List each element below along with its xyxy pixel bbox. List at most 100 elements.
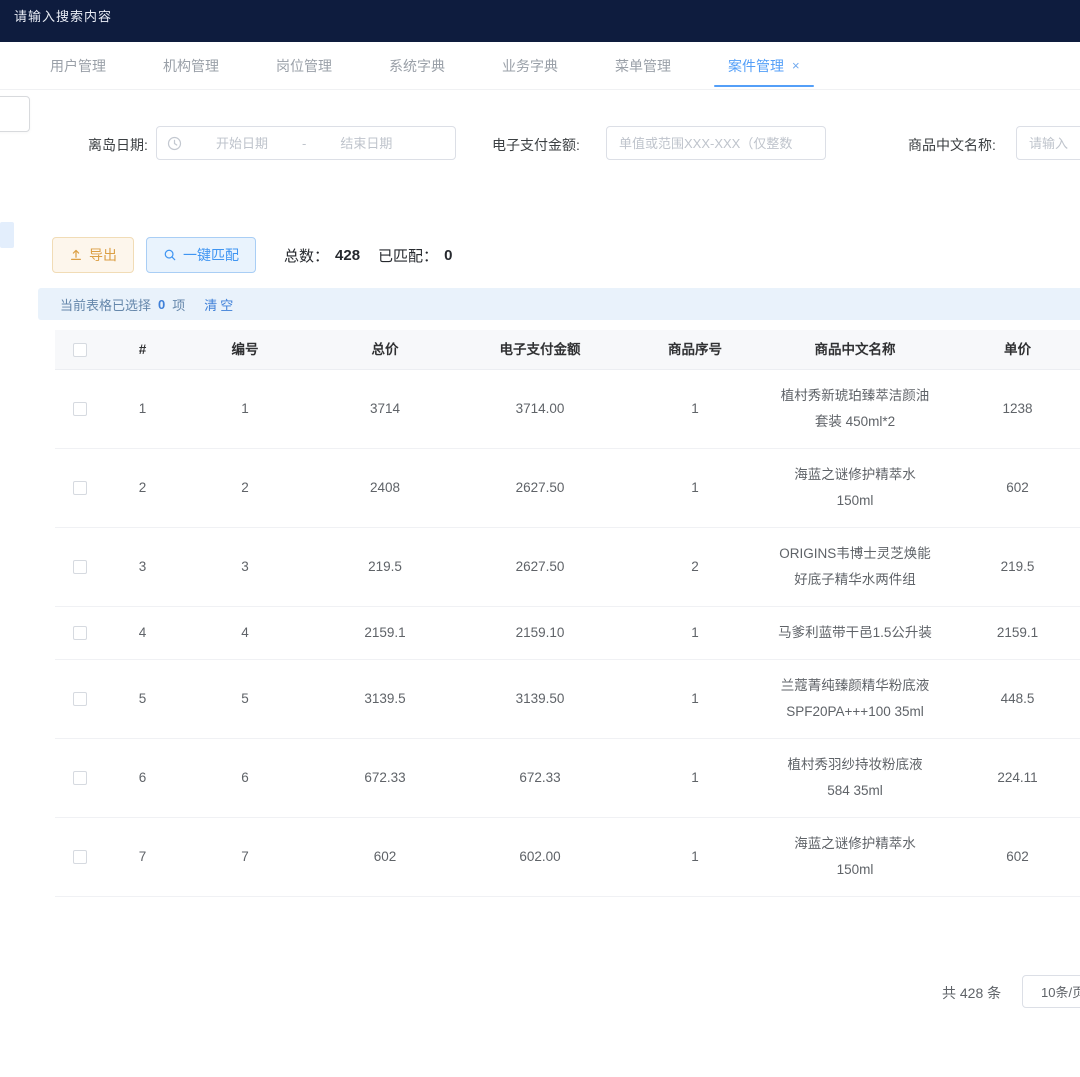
tab-org-management[interactable]: 机构管理 [163, 42, 219, 89]
tab-system-dict[interactable]: 系统字典 [389, 42, 445, 89]
tab-bar: 用户管理 机构管理 岗位管理 系统字典 业务字典 菜单管理 案件管理 × [0, 42, 1080, 90]
table-body: 1 1 3714 3714.00 1 植村秀新琥珀臻萃洁颜油套装 450ml*2… [55, 370, 1080, 907]
cell-code: 5 [180, 673, 310, 725]
cell-total: 3139.5 [310, 673, 460, 725]
cell-unit: 224.11 [940, 752, 1080, 804]
cell-idx: 1 [620, 673, 770, 725]
row-checkbox[interactable] [73, 771, 87, 785]
cell-total: 219.5 [310, 541, 460, 593]
cell-epay: 602.00 [460, 831, 620, 883]
cell-seq: 7 [105, 831, 180, 883]
table-row[interactable]: 2 2 2408 2627.50 1 海蓝之谜修护精萃水 150ml 602 [55, 449, 1080, 528]
cell-code: 3 [180, 541, 310, 593]
table-row[interactable]: 1 1 3714 3714.00 1 植村秀新琥珀臻萃洁颜油套装 450ml*2… [55, 370, 1080, 449]
filter-row: 离岛日期: - 电子支付金额: 商品中文名称: [0, 126, 1080, 162]
col-header-name: 商品中文名称 [770, 330, 940, 376]
tab-case-management[interactable]: 案件管理 × [728, 42, 800, 89]
table-row[interactable]: 4 4 2159.1 2159.10 1 马爹利蓝带干邑1.5公升装 2159.… [55, 607, 1080, 660]
select-all-checkbox[interactable] [73, 343, 87, 357]
cell-unit: 448.5 [940, 673, 1080, 725]
case-table: # 编号 总价 电子支付金额 商品序号 商品中文名称 单价 1 1 3714 3… [55, 330, 1080, 907]
cell-idx: 1 [620, 462, 770, 514]
date-range-picker[interactable]: - [156, 126, 456, 160]
tab-label: 岗位管理 [276, 56, 332, 76]
cell-seq: 6 [105, 752, 180, 804]
total-label: 总数： [284, 245, 329, 266]
clipped-button-sliver [0, 222, 14, 248]
tab-label: 系统字典 [389, 56, 445, 76]
epay-amount-input[interactable] [606, 126, 826, 160]
cell-idx: 1 [620, 607, 770, 659]
cell-code: 8 [180, 897, 310, 907]
end-date-input[interactable] [312, 136, 420, 151]
close-icon[interactable]: × [792, 58, 800, 73]
date-range-separator: - [302, 136, 306, 151]
page-size-value: 10条/页 [1041, 982, 1080, 1001]
cell-total: 672.33 [310, 752, 460, 804]
selection-info-bar: 当前表格已选择 0 项 清空 [38, 288, 1080, 320]
cell-code: 2 [180, 462, 310, 514]
export-button[interactable]: 导出 [52, 237, 134, 273]
table-header-row: # 编号 总价 电子支付金额 商品序号 商品中文名称 单价 [55, 330, 1080, 370]
depart-date-label: 离岛日期: [88, 135, 148, 155]
tab-menu-management[interactable]: 菜单管理 [615, 42, 671, 89]
cell-seq: 1 [105, 383, 180, 435]
toolbar: 导出 一键匹配 总数： 428 已匹配： 0 [52, 237, 452, 273]
cell-total: 2408 [310, 462, 460, 514]
table-row[interactable]: 3 3 219.5 2627.50 2 ORIGINS韦博士灵芝焕能好底子精华水… [55, 528, 1080, 607]
export-icon [69, 248, 83, 262]
product-name-input[interactable] [1016, 126, 1080, 160]
global-search-input[interactable]: 请输入搜索内容 [14, 6, 112, 25]
table-row[interactable]: 8 8 1292.47 1292.47 1 卡诗菁纯亮泽经典香氛 170.46 [55, 897, 1080, 907]
table-row[interactable]: 7 7 602 602.00 1 海蓝之谜修护精萃水 150ml 602 [55, 818, 1080, 897]
one-click-match-button[interactable]: 一键匹配 [146, 237, 256, 273]
col-header-total: 总价 [310, 330, 460, 376]
cell-epay: 2627.50 [460, 462, 620, 514]
cell-unit: 1238 [940, 383, 1080, 435]
tab-label: 业务字典 [502, 56, 558, 76]
row-checkbox[interactable] [73, 560, 87, 574]
row-checkbox[interactable] [73, 692, 87, 706]
page-size-select[interactable]: 10条/页 [1022, 975, 1080, 1008]
cell-seq: 4 [105, 607, 180, 659]
selection-suffix: 项 [172, 295, 185, 314]
tab-label: 机构管理 [163, 56, 219, 76]
cell-seq: 3 [105, 541, 180, 593]
cell-idx: 1 [620, 831, 770, 883]
cell-epay: 672.33 [460, 752, 620, 804]
total-value: 428 [335, 247, 360, 264]
cell-name: 兰蔻菁纯臻颜精华粉底液SPF20PA+++100 35ml [770, 660, 940, 738]
cell-unit: 602 [940, 831, 1080, 883]
clear-selection-link[interactable]: 清空 [204, 295, 236, 314]
col-header-idx: 商品序号 [620, 330, 770, 376]
selection-count: 0 [156, 297, 167, 312]
start-date-input[interactable] [188, 136, 296, 151]
export-button-label: 导出 [89, 245, 117, 265]
table-row[interactable]: 5 5 3139.5 3139.50 1 兰蔻菁纯臻颜精华粉底液SPF20PA+… [55, 660, 1080, 739]
cell-epay: 3139.50 [460, 673, 620, 725]
table-row[interactable]: 6 6 672.33 672.33 1 植村秀羽纱持妆粉底液 584 35ml … [55, 739, 1080, 818]
tab-label: 案件管理 [728, 56, 784, 76]
row-checkbox[interactable] [73, 626, 87, 640]
count-summary: 总数： 428 已匹配： 0 [284, 245, 452, 266]
row-checkbox[interactable] [73, 481, 87, 495]
cell-name: ORIGINS韦博士灵芝焕能好底子精华水两件组 [770, 528, 940, 606]
tab-user-management[interactable]: 用户管理 [50, 42, 106, 89]
cell-code: 6 [180, 752, 310, 804]
cell-total: 3714 [310, 383, 460, 435]
col-header-code: 编号 [180, 330, 310, 376]
cell-epay: 3714.00 [460, 383, 620, 435]
cell-name: 马爹利蓝带干邑1.5公升装 [770, 607, 940, 659]
cell-total: 1292.47 [310, 897, 460, 907]
cell-name: 植村秀新琥珀臻萃洁颜油套装 450ml*2 [770, 370, 940, 448]
cell-epay: 2159.10 [460, 607, 620, 659]
tab-business-dict[interactable]: 业务字典 [502, 42, 558, 89]
cell-name: 植村秀羽纱持妆粉底液 584 35ml [770, 739, 940, 817]
match-button-label: 一键匹配 [183, 245, 239, 265]
epay-amount-label: 电子支付金额: [492, 135, 580, 155]
row-checkbox[interactable] [73, 850, 87, 864]
tab-post-management[interactable]: 岗位管理 [276, 42, 332, 89]
cell-code: 4 [180, 607, 310, 659]
cell-idx: 1 [620, 752, 770, 804]
row-checkbox[interactable] [73, 402, 87, 416]
